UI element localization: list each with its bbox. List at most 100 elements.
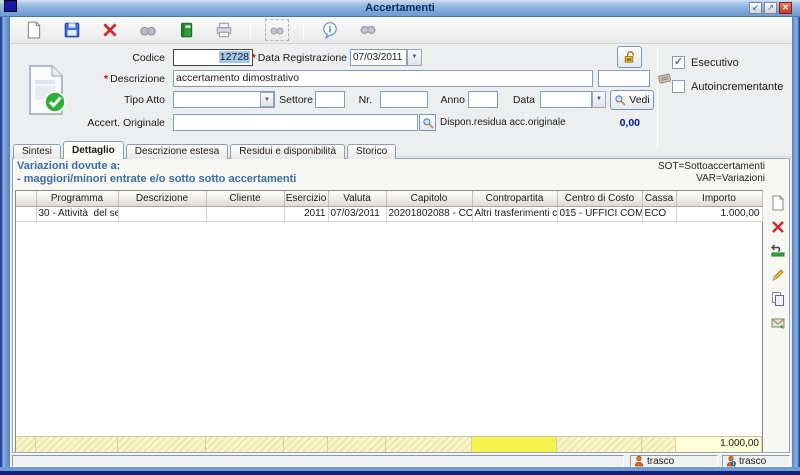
- restore-window-button[interactable]: ↙: [749, 2, 762, 14]
- esecutivo-label: Esecutivo: [691, 57, 739, 69]
- status-user-panel: trasco: [630, 455, 718, 467]
- total-cell: [118, 437, 206, 452]
- descrizione-code-input[interactable]: [598, 70, 650, 87]
- user-icon: [634, 455, 644, 467]
- data-atto-label: Data: [488, 94, 535, 106]
- cell-capitolo: 20201802088 - CONT: [386, 206, 472, 221]
- cell-contropartita: Altri trasferimenti cor: [472, 206, 557, 221]
- toolbar-separator: [250, 21, 251, 39]
- window-body: i Codice 12728 *Data Registrazione 07/03…: [10, 17, 792, 467]
- data-registrazione-input[interactable]: 07/03/2011: [350, 49, 407, 66]
- vedi-button[interactable]: Vedi: [610, 90, 654, 110]
- col-importo[interactable]: Importo: [676, 191, 762, 206]
- col-descrizione[interactable]: Descrizione: [118, 191, 206, 206]
- svg-text:i: i: [733, 461, 734, 466]
- nr-input[interactable]: [380, 91, 428, 108]
- settore-label: Settore: [265, 94, 313, 106]
- table-row[interactable]: 30 - Attività del setto 2011 07/03/2011 …: [16, 206, 762, 221]
- close-window-button[interactable]: ✕: [779, 2, 792, 14]
- total-cell: [206, 437, 284, 452]
- descrizione-input[interactable]: accertamento dimostrativo: [173, 70, 593, 87]
- status-bar: trasco i trasco: [10, 453, 792, 467]
- total-cell: [284, 437, 328, 452]
- status-empty-panel: [12, 455, 624, 467]
- data-atto-dropdown-button[interactable]: ▼: [592, 91, 606, 108]
- legend-sot: SOT=Sottoaccertamenti: [658, 161, 765, 172]
- total-cell: [16, 437, 36, 452]
- form-divider: [657, 49, 658, 149]
- status-session-panel: i trasco: [722, 455, 790, 467]
- cell-esercizio: 2011: [284, 206, 328, 221]
- add-row-icon[interactable]: [768, 193, 788, 213]
- save-icon[interactable]: [60, 19, 84, 41]
- total-cell: [557, 437, 642, 452]
- data-registrazione-dropdown-button[interactable]: ▼: [407, 49, 422, 66]
- descrizione-label: *Descrizione: [45, 73, 165, 85]
- undo-row-icon[interactable]: [768, 241, 788, 261]
- grid-header-row: Programma Descrizione Cliente Esercizio …: [16, 191, 762, 206]
- window-title: Accertamenti: [0, 2, 800, 14]
- col-programma[interactable]: Programma: [36, 191, 118, 206]
- total-cell: [36, 437, 118, 452]
- edit-row-icon[interactable]: [768, 265, 788, 285]
- total-cell: [386, 437, 472, 452]
- window-frame-bottom: [0, 467, 800, 471]
- total-cell-highlight: [472, 437, 557, 452]
- grid-total-row: 1.000,00: [16, 436, 762, 451]
- nr-label: Nr.: [340, 94, 372, 106]
- cell-programma: 30 - Attività del setto: [36, 206, 118, 221]
- dispon-residua-label: Dispon.residua acc.originale: [440, 117, 566, 128]
- cell-descrizione: [118, 206, 206, 221]
- variazioni-grid: Programma Descrizione Cliente Esercizio …: [15, 190, 763, 452]
- delete-icon[interactable]: [98, 19, 122, 41]
- tab-dettaglio[interactable]: Dettaglio: [63, 141, 124, 159]
- print-icon[interactable]: [212, 19, 236, 41]
- advanced-search-icon[interactable]: [265, 19, 289, 41]
- anno-label: Anno: [425, 94, 465, 106]
- tab-descrizione-estesa[interactable]: Descrizione estesa: [126, 144, 228, 159]
- col-capitolo[interactable]: Capitolo: [386, 191, 472, 206]
- tab-sintesi[interactable]: Sintesi: [13, 144, 61, 159]
- tab-strip: Sintesi Dettaglio Descrizione estesa Res…: [13, 141, 396, 159]
- accert-originale-label: Accert. Originale: [65, 117, 165, 129]
- cell-importo: 1.000,00: [676, 206, 762, 221]
- archive-book-icon[interactable]: [174, 19, 198, 41]
- col-centro-di-costo[interactable]: Centro di Costo: [557, 191, 642, 206]
- send-mail-icon[interactable]: [768, 313, 788, 333]
- accert-originale-search-button[interactable]: [419, 114, 436, 131]
- col-contropartita[interactable]: Contropartita: [472, 191, 557, 206]
- row-selector-cell: [16, 206, 36, 221]
- info-icon[interactable]: i: [318, 19, 342, 41]
- accert-originale-input[interactable]: [173, 114, 418, 131]
- col-esercizio[interactable]: Esercizio: [284, 191, 328, 206]
- col-cassa[interactable]: Cassa: [642, 191, 676, 206]
- search-binoculars-icon[interactable]: [136, 19, 160, 41]
- status-user-name: trasco: [647, 456, 674, 467]
- total-cell: [642, 437, 676, 452]
- window-frame-right: [792, 17, 800, 467]
- total-cell: [328, 437, 386, 452]
- cell-valuta: 07/03/2011: [328, 206, 386, 221]
- codice-label: Codice: [45, 52, 165, 64]
- new-record-icon[interactable]: [22, 19, 46, 41]
- col-valuta[interactable]: Valuta: [328, 191, 386, 206]
- esecutivo-checkbox[interactable]: ✓: [672, 56, 685, 69]
- linked-records-icon[interactable]: [356, 19, 380, 41]
- copy-row-icon[interactable]: [768, 289, 788, 309]
- data-atto-input[interactable]: [540, 91, 592, 108]
- magnifier-icon: [614, 94, 626, 106]
- autoincrementante-checkbox[interactable]: [672, 80, 685, 93]
- tab-residui-e-disponibilita[interactable]: Residui e disponibilità: [230, 144, 345, 159]
- dispon-residua-value: 0,00: [582, 117, 640, 129]
- window-frame-left: [0, 17, 10, 467]
- maximize-window-button[interactable]: ↗: [764, 2, 777, 14]
- toolbar-separator: [303, 21, 304, 39]
- col-cliente[interactable]: Cliente: [206, 191, 284, 206]
- user-info-icon: i: [726, 455, 736, 467]
- tab-storico[interactable]: Storico: [347, 144, 396, 159]
- lock-button[interactable]: [617, 46, 642, 68]
- row-selector-header[interactable]: [16, 191, 36, 206]
- delete-row-icon[interactable]: [768, 217, 788, 237]
- cell-cassa: ECO: [642, 206, 676, 221]
- magnifier-icon: [422, 117, 434, 129]
